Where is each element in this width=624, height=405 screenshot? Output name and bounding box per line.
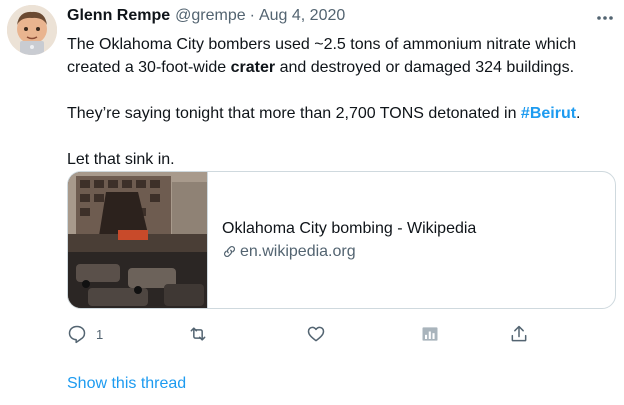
link-card-domain: en.wikipedia.org bbox=[240, 243, 356, 260]
avatar[interactable] bbox=[7, 5, 57, 55]
hashtag-link[interactable]: #Beirut bbox=[521, 105, 576, 122]
memoji-avatar-image bbox=[7, 5, 57, 55]
retweet-button[interactable] bbox=[187, 320, 209, 348]
more-horizontal-icon bbox=[597, 16, 613, 20]
author-handle[interactable]: @grempe bbox=[175, 7, 246, 25]
tweet-header: Glenn Rempe @grempe · Aug 4, 2020 bbox=[67, 7, 345, 29]
link-card-image bbox=[68, 172, 207, 308]
damaged-building-photo bbox=[68, 172, 207, 308]
analytics-icon bbox=[422, 327, 438, 341]
link-icon bbox=[224, 246, 235, 257]
share-button[interactable] bbox=[509, 320, 529, 348]
tweet-paragraph-1: The Oklahoma City bombers used ~2.5 tons… bbox=[67, 33, 612, 79]
link-card-domain-row: en.wikipedia.org bbox=[222, 241, 615, 262]
more-options-button[interactable] bbox=[588, 8, 622, 28]
analytics-button[interactable] bbox=[420, 320, 440, 348]
reply-count: 1 bbox=[96, 326, 104, 342]
link-card-title: Oklahoma City bombing - Wikipedia bbox=[222, 220, 477, 237]
reply-button[interactable]: 1 bbox=[67, 320, 103, 348]
link-preview-card[interactable]: Oklahoma City bombing - Wikipedia en.wik… bbox=[67, 171, 616, 309]
tweet-actions-bar: 1 bbox=[67, 320, 537, 348]
tweet-text: The Oklahoma City bombers used ~2.5 tons… bbox=[67, 33, 612, 171]
share-icon bbox=[511, 325, 527, 342]
author-name[interactable]: Glenn Rempe bbox=[67, 7, 170, 25]
heart-icon bbox=[307, 326, 325, 342]
like-button[interactable] bbox=[306, 320, 326, 348]
tweet-paragraph-2: They’re saying tonight that more than 2,… bbox=[67, 102, 612, 125]
tweet-date[interactable]: Aug 4, 2020 bbox=[259, 7, 345, 25]
tweet-text-span: . bbox=[576, 105, 581, 122]
reply-icon bbox=[68, 325, 86, 344]
tweet-container: Glenn Rempe @grempe · Aug 4, 2020 The Ok… bbox=[0, 0, 624, 405]
retweet-icon bbox=[190, 327, 206, 341]
header-separator: · bbox=[249, 7, 255, 24]
link-card-info: Oklahoma City bombing - Wikipedia en.wik… bbox=[207, 172, 615, 308]
highlighted-word: crater bbox=[230, 59, 276, 76]
tweet-text-span: and destroyed or damaged 324 buildings. bbox=[275, 59, 575, 76]
show-thread-link[interactable]: Show this thread bbox=[67, 375, 186, 393]
tweet-paragraph-3: Let that sink in. bbox=[67, 151, 175, 168]
tweet-text-span: They’re saying tonight that more than 2,… bbox=[67, 105, 521, 122]
